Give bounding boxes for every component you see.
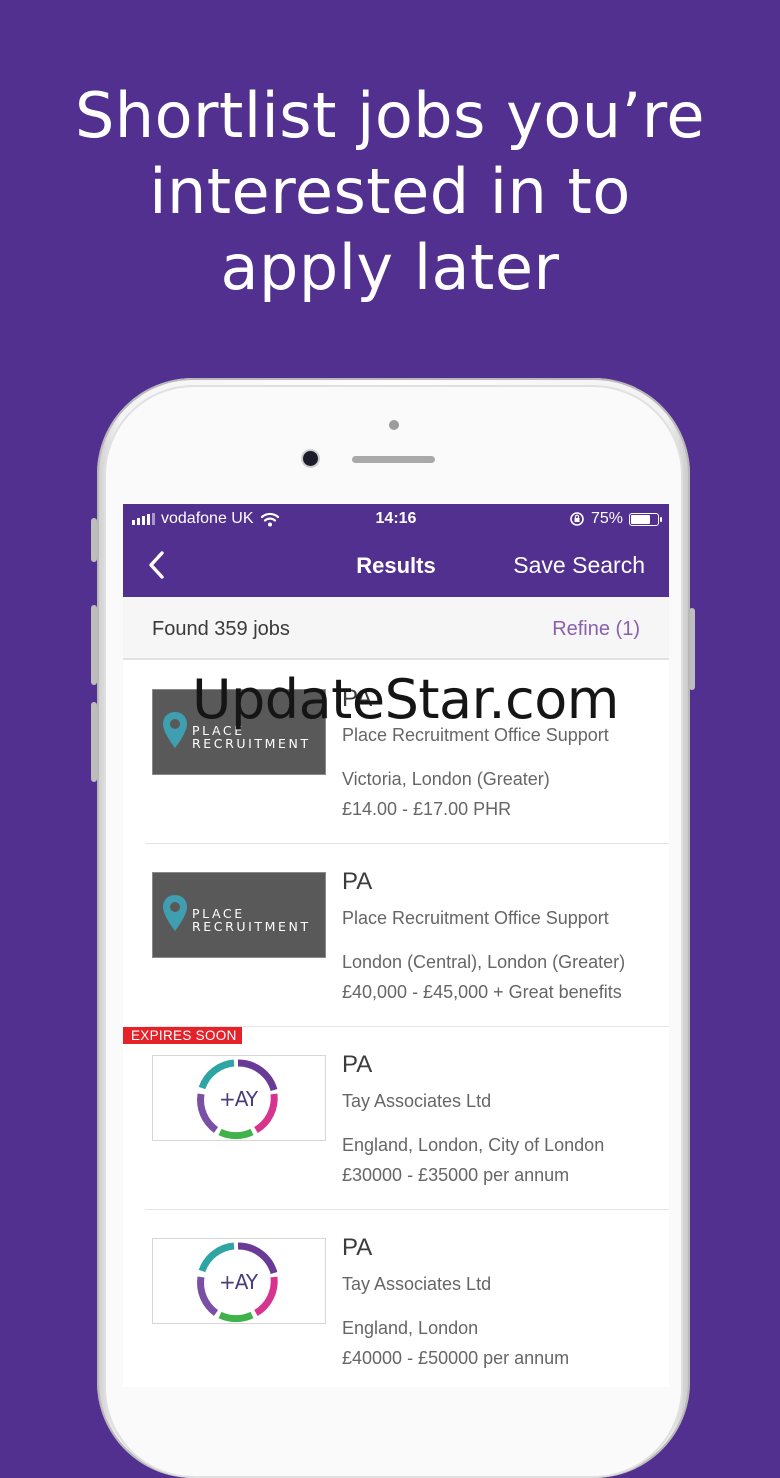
nav-bar: Results Save Search bbox=[123, 534, 669, 597]
job-location: England, London bbox=[342, 1318, 479, 1338]
job-title: PA bbox=[342, 1234, 373, 1261]
headline-line-3: apply later bbox=[220, 231, 560, 304]
tay-logo-ring: +AY bbox=[197, 1059, 278, 1140]
company-logo: PLACE RECRUITMENT bbox=[152, 872, 326, 958]
job-location: London (Central), London (Greater) bbox=[342, 952, 626, 972]
job-list-item[interactable]: +AY PA Tay Associates Ltd England, Londo… bbox=[123, 1210, 669, 1387]
job-salary: £40,000 - £45,000 + Great benefits bbox=[342, 982, 622, 1002]
tay-logo-text: +AY bbox=[219, 1270, 259, 1294]
location-pin-icon bbox=[163, 895, 187, 931]
job-title: PA bbox=[342, 868, 373, 895]
headline: Shortlist jobs you’re interested in to a… bbox=[0, 78, 780, 306]
battery-percent: 75% bbox=[590, 510, 623, 527]
tay-logo-ring: +AY bbox=[197, 1242, 278, 1323]
expires-soon-badge: EXPIRES SOON bbox=[123, 1027, 242, 1044]
job-list-item[interactable]: EXPIRES SOON +AY PA Tay Associates Ltd E… bbox=[123, 1027, 669, 1210]
job-salary: £30000 - £35000 per annum bbox=[342, 1165, 570, 1185]
phone-screen: vodafone UK 14:16 75% Results Save Searc… bbox=[123, 504, 669, 1387]
job-salary: £14.00 - £17.00 PHR bbox=[342, 799, 512, 819]
company-logo: +AY bbox=[152, 1238, 326, 1324]
job-location: Victoria, London (Greater) bbox=[342, 769, 550, 789]
proximity-sensor bbox=[389, 420, 399, 430]
headline-line-2: interested in to bbox=[149, 155, 631, 228]
results-summary-bar: Found 359 jobs Refine (1) bbox=[123, 597, 669, 660]
front-camera bbox=[303, 451, 318, 466]
logo-wordmark: PLACE RECRUITMENT bbox=[192, 906, 311, 934]
status-bar: vodafone UK 14:16 75% bbox=[123, 504, 669, 534]
status-right: 75% bbox=[569, 510, 662, 528]
headline-line-1: Shortlist jobs you’re bbox=[74, 79, 706, 152]
job-company: Tay Associates Ltd bbox=[342, 1274, 492, 1294]
job-title: PA bbox=[342, 1051, 373, 1078]
job-company: Place Recruitment Office Support bbox=[342, 908, 609, 928]
earpiece-speaker bbox=[352, 456, 435, 463]
job-list-item[interactable]: PLACE RECRUITMENT PA Place Recruitment O… bbox=[123, 844, 669, 1027]
watermark: UpdateStar.com bbox=[192, 668, 619, 731]
battery-icon bbox=[629, 512, 662, 526]
job-company: Tay Associates Ltd bbox=[342, 1091, 492, 1111]
job-salary: £40000 - £50000 per annum bbox=[342, 1348, 570, 1368]
battery-fill bbox=[631, 514, 650, 524]
rotation-lock-icon bbox=[570, 512, 584, 526]
company-logo: +AY bbox=[152, 1055, 326, 1141]
refine-button[interactable]: Refine (1) bbox=[552, 618, 640, 641]
job-location: England, London, City of London bbox=[342, 1135, 605, 1155]
location-pin-icon bbox=[163, 712, 187, 748]
save-search-button[interactable]: Save Search bbox=[513, 552, 645, 579]
results-count: Found 359 jobs bbox=[152, 618, 290, 640]
tay-logo-text: +AY bbox=[219, 1087, 259, 1111]
